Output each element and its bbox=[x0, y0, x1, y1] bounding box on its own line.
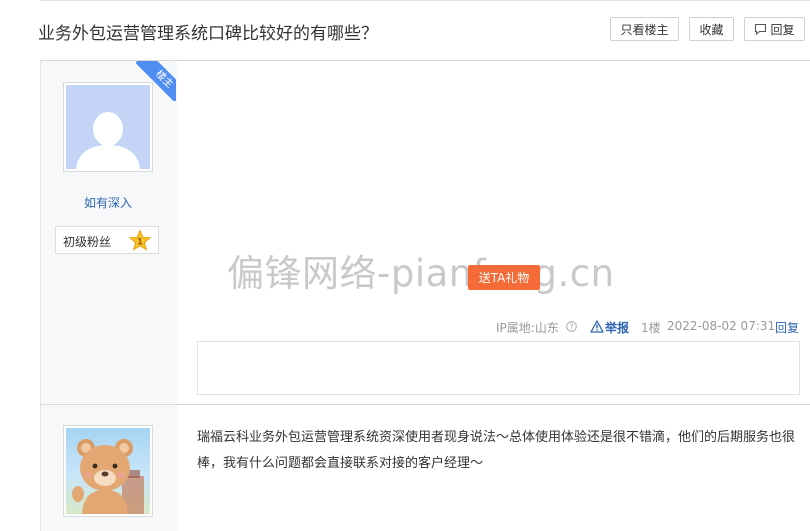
fan-level-number: 1 bbox=[137, 238, 143, 248]
post-timestamp: 2022-08-02 07:31 bbox=[667, 319, 776, 333]
reply-button[interactable]: 回复 bbox=[744, 17, 805, 41]
post2-avatar[interactable] bbox=[63, 425, 153, 517]
fan-level-badge[interactable]: 初级粉丝 1 bbox=[55, 226, 159, 254]
floor-number: 1楼 bbox=[641, 321, 661, 335]
svg-text:?: ? bbox=[570, 322, 574, 331]
post2-content: 瑞福云科业务外包运营管理系统资深使用者现身说法～总体使用体验还是很不错滴，他们的… bbox=[197, 430, 796, 471]
reply-input-box[interactable] bbox=[197, 341, 800, 395]
top-divider bbox=[40, 0, 810, 1]
ip-location: IP属地:山东 bbox=[496, 321, 559, 335]
person-silhouette-icon bbox=[76, 112, 140, 169]
favorite-label: 收藏 bbox=[699, 22, 724, 37]
star-icon: 1 bbox=[128, 229, 152, 251]
reply-label: 回复 bbox=[770, 22, 795, 37]
bear-avatar-image bbox=[66, 428, 150, 514]
post1-avatar[interactable] bbox=[63, 82, 153, 172]
report-link[interactable]: 举报 bbox=[605, 319, 629, 336]
only-op-button[interactable]: 只看楼主 bbox=[610, 17, 679, 41]
thread-title: 业务外包运营管理系统口碑比较好的有哪些？ bbox=[38, 24, 378, 44]
speech-bubble-icon bbox=[755, 23, 767, 35]
send-gift-button[interactable]: 送TA礼物 bbox=[468, 265, 540, 290]
post1-reply-link[interactable]: 回复 bbox=[775, 319, 799, 336]
post1-username[interactable]: 如有深入 bbox=[40, 194, 176, 211]
bear-cartoon-icon bbox=[72, 439, 144, 514]
fan-level-label: 初级粉丝 bbox=[63, 235, 112, 249]
only-op-label: 只看楼主 bbox=[620, 22, 669, 37]
watermark-text: 偏锋网络-pianfeng.cn bbox=[227, 252, 615, 295]
question-circle-icon[interactable]: ? bbox=[566, 321, 577, 332]
favorite-button[interactable]: 收藏 bbox=[689, 17, 734, 41]
default-avatar-image bbox=[66, 85, 150, 169]
warning-triangle-icon[interactable] bbox=[590, 320, 604, 333]
